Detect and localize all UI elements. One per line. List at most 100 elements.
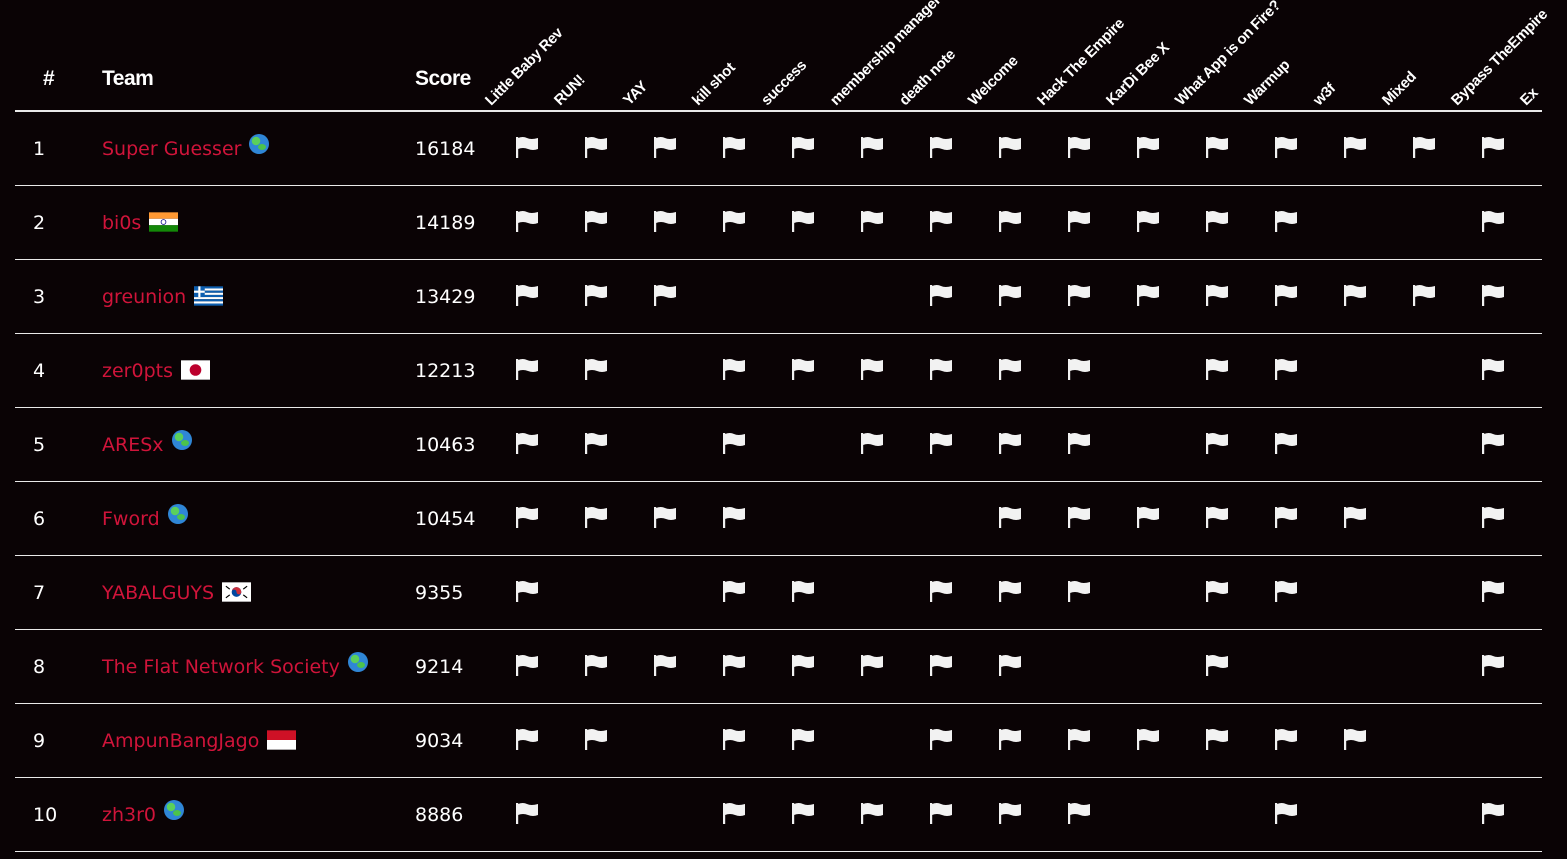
solved-flag-icon [859, 134, 885, 160]
solved-flag-icon [1204, 356, 1230, 382]
table-row: 2 bi0s 14189 [15, 186, 1542, 260]
team-cell: bi0s [102, 186, 179, 260]
score-cell: 14189 [415, 212, 476, 234]
score-cell: 16184 [415, 138, 476, 160]
solved-flag-icon [859, 208, 885, 234]
solved-flag-icon [1066, 356, 1092, 382]
solved-flag-icon [997, 800, 1023, 826]
solved-flag-icon [652, 282, 678, 308]
globe-icon [249, 111, 270, 185]
globe-icon [167, 481, 188, 555]
solved-flag-icon [1480, 652, 1506, 678]
solved-flag-icon [1480, 800, 1506, 826]
row-divider [15, 629, 1542, 630]
challenge-header-warmup: Warmup [1241, 57, 1293, 109]
solved-flag-icon [1135, 282, 1161, 308]
solved-flag-icon [1066, 282, 1092, 308]
solved-flag-icon [928, 800, 954, 826]
solved-flag-icon [514, 134, 540, 160]
challenge-header-w3f: w3f [1310, 80, 1339, 109]
solved-flag-icon [1204, 578, 1230, 604]
rank-cell: 6 [33, 508, 46, 530]
team-name-link[interactable]: AmpunBangJago [102, 730, 259, 752]
score-cell: 12213 [415, 360, 476, 382]
team-name-link[interactable]: zer0pts [102, 360, 173, 382]
solved-flag-icon [1135, 726, 1161, 752]
team-name-link[interactable]: YABALGUYS [102, 582, 214, 604]
team-name-link[interactable]: ARESx [102, 434, 164, 456]
challenge-header-what-app-is-on-fire: What App is on Fire? [1172, 0, 1284, 109]
solved-flag-icon [790, 208, 816, 234]
challenge-header-kardi-bee-x: KarDi Bee X [1103, 39, 1173, 109]
challenge-header-label: Warmup [1240, 56, 1294, 109]
score-column-header: Score [415, 67, 471, 90]
solved-flag-icon [1204, 430, 1230, 456]
solved-flag-icon [1066, 578, 1092, 604]
solved-flag-icon [859, 430, 885, 456]
solved-flag-icon [1273, 356, 1299, 382]
solved-flag-icon [859, 356, 885, 382]
solved-flag-icon [721, 578, 747, 604]
challenge-header-welcome: Welcome [965, 53, 1021, 109]
solved-flag-icon [997, 356, 1023, 382]
table-row: 7 YABALGUYS 9355 [15, 556, 1542, 630]
solved-flag-icon [790, 356, 816, 382]
team-name-link[interactable]: zh3r0 [102, 804, 156, 826]
solved-flag-icon [1066, 134, 1092, 160]
challenge-header-ex: Ex [1517, 85, 1541, 109]
solved-flag-icon [859, 652, 885, 678]
solved-flag-icon [652, 134, 678, 160]
solved-flag-icon [1273, 800, 1299, 826]
solved-flag-icon [1273, 726, 1299, 752]
solved-flag-icon [583, 208, 609, 234]
solved-flag-icon [1411, 134, 1437, 160]
solved-flag-icon [721, 134, 747, 160]
table-row: 4 zer0pts 12213 [15, 334, 1542, 408]
solved-flag-icon [928, 282, 954, 308]
rank-cell: 8 [33, 656, 46, 678]
solved-flag-icon [721, 652, 747, 678]
team-cell: zh3r0 [102, 777, 185, 852]
challenge-header-little-baby-rev: Little Baby Rev [482, 25, 566, 109]
solved-flag-icon [514, 726, 540, 752]
solved-flag-icon [1066, 430, 1092, 456]
team-name-link[interactable]: Super Guesser [102, 138, 241, 160]
table-row: 1 Super Guesser 16184 [15, 112, 1542, 186]
solved-flag-icon [997, 578, 1023, 604]
solved-flag-icon [583, 430, 609, 456]
solved-flag-icon [1066, 800, 1092, 826]
solved-flag-icon [790, 134, 816, 160]
team-cell: zer0pts [102, 334, 210, 408]
table-row: 10 zh3r0 8886 [15, 778, 1542, 852]
solved-flag-icon [721, 356, 747, 382]
solved-flag-icon [1135, 134, 1161, 160]
solved-flag-icon [514, 652, 540, 678]
rank-cell: 1 [33, 138, 46, 160]
team-name-link[interactable]: Fword [102, 508, 160, 530]
rank-column-header: # [43, 67, 55, 90]
challenge-header-membership-manager: membership manager [827, 0, 944, 109]
solved-flag-icon [652, 504, 678, 530]
solved-flag-icon [1480, 578, 1506, 604]
solved-flag-icon [1342, 282, 1368, 308]
solved-flag-icon [1342, 504, 1368, 530]
solved-flag-icon [1273, 430, 1299, 456]
solved-flag-icon [514, 208, 540, 234]
solved-flag-icon [1135, 208, 1161, 234]
solved-flag-icon [790, 652, 816, 678]
solved-flag-icon [790, 578, 816, 604]
team-column-header: Team [102, 67, 154, 90]
solved-flag-icon [928, 208, 954, 234]
globe-icon [164, 777, 185, 851]
solved-flag-icon [997, 726, 1023, 752]
team-name-link[interactable]: bi0s [102, 212, 141, 234]
challenge-header-label: Ex [1516, 84, 1542, 109]
team-name-link[interactable]: The Flat Network Society [102, 656, 340, 678]
row-divider [15, 555, 1542, 556]
solved-flag-icon [928, 430, 954, 456]
challenge-header-death-note: death note [896, 46, 959, 109]
solved-flag-icon [997, 504, 1023, 530]
solved-flag-icon [514, 356, 540, 382]
team-name-link[interactable]: greunion [102, 286, 186, 308]
solved-flag-icon [514, 282, 540, 308]
